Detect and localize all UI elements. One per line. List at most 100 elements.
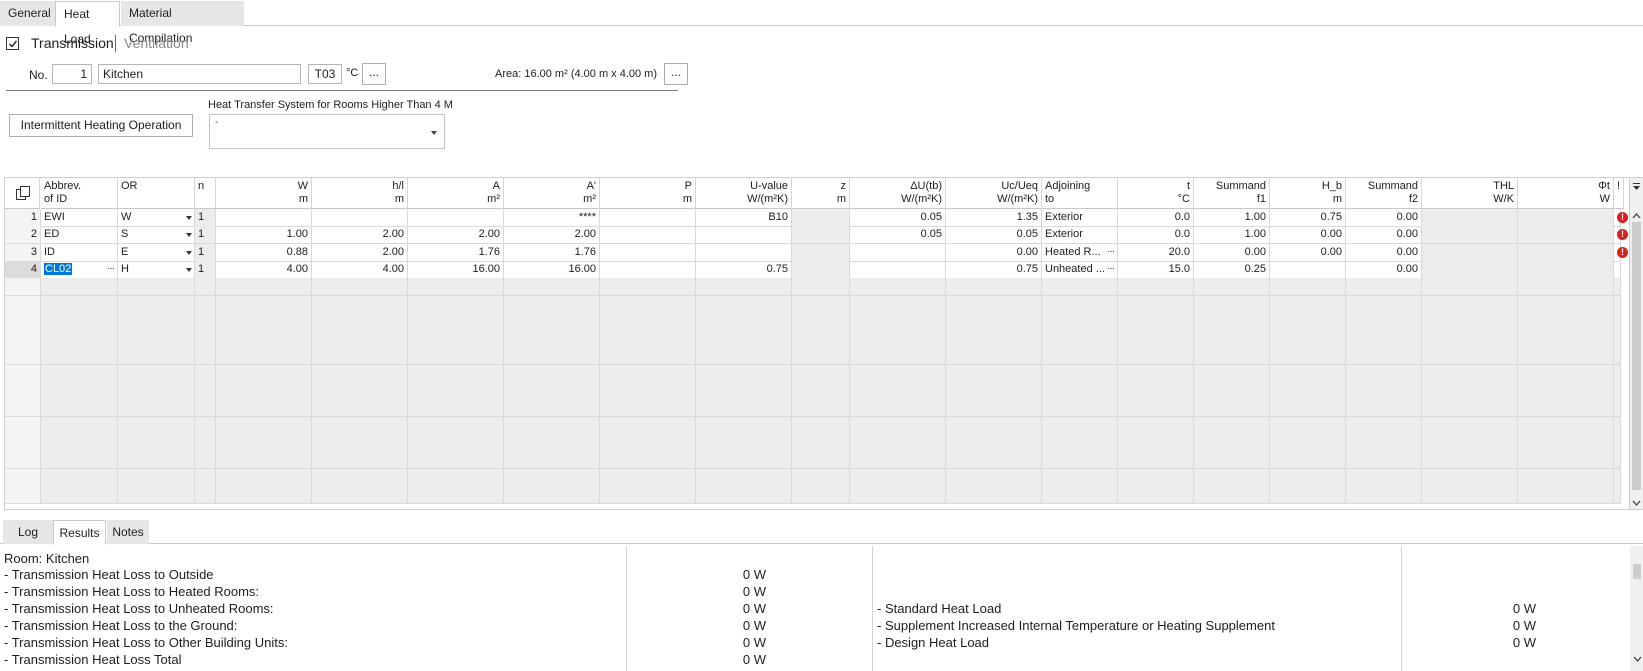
- scroll-menu-icon[interactable]: [1632, 180, 1641, 194]
- empty-grid-cell[interactable]: [408, 417, 504, 435]
- empty-grid-cell[interactable]: [600, 382, 696, 400]
- empty-grid-cell[interactable]: [850, 399, 946, 417]
- empty-grid-cell[interactable]: [1118, 313, 1194, 331]
- row-number[interactable]: 1: [5, 209, 41, 227]
- empty-grid-cell[interactable]: [1270, 486, 1346, 504]
- transmission-grid[interactable]: Abbrev. of ID OR n Wm h/l m Am² A' m² Pm U-value W/(…: [4, 177, 1630, 510]
- empty-grid-cell[interactable]: [850, 451, 946, 469]
- empty-grid-cell[interactable]: [1194, 330, 1270, 348]
- empty-grid-cell[interactable]: [1270, 382, 1346, 400]
- column-header-uc-ueq[interactable]: Uc/Ueq W/(m²K): [946, 178, 1042, 209]
- empty-grid-cell[interactable]: [1194, 382, 1270, 400]
- tab-results[interactable]: Results: [53, 520, 106, 545]
- grid-cell-u-value[interactable]: B10: [696, 209, 792, 227]
- empty-grid-cell[interactable]: [792, 347, 850, 365]
- empty-grid-cell[interactable]: [408, 347, 504, 365]
- empty-grid-cell[interactable]: [1118, 382, 1194, 400]
- grid-cell-adjoining[interactable]: Exterior: [1042, 226, 1118, 244]
- grid-cell-u-tb[interactable]: 0.05: [850, 209, 946, 227]
- empty-grid-cell[interactable]: [312, 313, 408, 331]
- empty-grid-cell[interactable]: [118, 486, 195, 504]
- row-number[interactable]: [5, 417, 41, 435]
- empty-grid-cell[interactable]: [1614, 399, 1621, 417]
- row-number[interactable]: [5, 486, 41, 504]
- grid-cell-w[interactable]: 0.88: [216, 244, 312, 262]
- empty-grid-cell[interactable]: [1042, 469, 1118, 487]
- grid-cell-h-l[interactable]: 2.00: [312, 226, 408, 244]
- grid-cell-w[interactable]: 4.00: [216, 261, 312, 279]
- empty-grid-cell[interactable]: [408, 313, 504, 331]
- empty-grid-cell[interactable]: [946, 417, 1042, 435]
- empty-grid-cell[interactable]: [1270, 434, 1346, 452]
- grid-cell-a[interactable]: 1.76: [504, 244, 600, 262]
- grid-cell-a[interactable]: 2.00: [504, 226, 600, 244]
- empty-grid-cell[interactable]: [1346, 486, 1422, 504]
- empty-grid-cell[interactable]: [946, 486, 1042, 504]
- empty-grid-cell[interactable]: [504, 486, 600, 504]
- empty-grid-cell[interactable]: [1422, 451, 1518, 469]
- empty-grid-cell[interactable]: [1614, 486, 1621, 504]
- empty-grid-cell[interactable]: [600, 486, 696, 504]
- empty-grid-cell[interactable]: [850, 365, 946, 383]
- empty-grid-cell[interactable]: [850, 296, 946, 314]
- empty-grid-cell[interactable]: [504, 469, 600, 487]
- empty-grid-cell[interactable]: [1270, 417, 1346, 435]
- empty-grid-cell[interactable]: [504, 347, 600, 365]
- results-scroll-thumb[interactable]: [1633, 564, 1641, 579]
- grid-cell-w[interactable]: 1.00: [216, 226, 312, 244]
- empty-grid-cell[interactable]: [946, 296, 1042, 314]
- empty-grid-cell[interactable]: [1346, 347, 1422, 365]
- empty-grid-cell[interactable]: [850, 278, 946, 296]
- grid-cell-summand[interactable]: 1.00: [1194, 209, 1270, 227]
- empty-grid-cell[interactable]: [792, 296, 850, 314]
- empty-grid-cell[interactable]: [1270, 365, 1346, 383]
- grid-cell-u-tb[interactable]: 0.05: [850, 226, 946, 244]
- empty-grid-cell[interactable]: [216, 365, 312, 383]
- grid-cell-h-l[interactable]: 4.00: [312, 261, 408, 279]
- empty-grid-cell[interactable]: [41, 434, 118, 452]
- empty-grid-cell[interactable]: [504, 399, 600, 417]
- empty-grid-cell[interactable]: [1042, 296, 1118, 314]
- empty-grid-cell[interactable]: [1118, 417, 1194, 435]
- error-icon[interactable]: !: [1617, 229, 1628, 240]
- empty-grid-cell[interactable]: [1270, 313, 1346, 331]
- grid-cell-u-value[interactable]: [696, 244, 792, 262]
- column-header-a[interactable]: A' m²: [504, 178, 600, 209]
- empty-grid-cell[interactable]: [41, 330, 118, 348]
- column-header-h-b[interactable]: H_b m: [1270, 178, 1346, 209]
- grid-cell-n[interactable]: 1: [195, 261, 216, 279]
- empty-grid-cell[interactable]: [1194, 365, 1270, 383]
- empty-grid-cell[interactable]: [792, 451, 850, 469]
- row-number[interactable]: [5, 399, 41, 417]
- empty-grid-cell[interactable]: [195, 347, 216, 365]
- empty-grid-cell[interactable]: [1346, 296, 1422, 314]
- column-header-u-value[interactable]: U-value W/(m²K): [696, 178, 792, 209]
- empty-grid-cell[interactable]: [118, 382, 195, 400]
- empty-grid-cell[interactable]: [1518, 469, 1614, 487]
- empty-grid-cell[interactable]: [1422, 434, 1518, 452]
- empty-grid-cell[interactable]: [312, 417, 408, 435]
- empty-grid-cell[interactable]: [195, 278, 216, 296]
- empty-grid-cell[interactable]: [1422, 296, 1518, 314]
- empty-grid-cell[interactable]: [504, 382, 600, 400]
- empty-grid-cell[interactable]: [946, 347, 1042, 365]
- grid-cell-t[interactable]: 15.0: [1118, 261, 1194, 279]
- empty-grid-cell[interactable]: [504, 434, 600, 452]
- empty-grid-cell[interactable]: [792, 313, 850, 331]
- column-header-a[interactable]: Am²: [408, 178, 504, 209]
- empty-grid-cell[interactable]: [946, 313, 1042, 331]
- intermittent-heating-button[interactable]: Intermittent Heating Operation: [9, 114, 193, 137]
- empty-grid-cell[interactable]: [1194, 469, 1270, 487]
- grid-cell-summand[interactable]: 1.00: [1194, 226, 1270, 244]
- empty-grid-cell[interactable]: [408, 399, 504, 417]
- empty-grid-cell[interactable]: [408, 434, 504, 452]
- empty-grid-cell[interactable]: [850, 382, 946, 400]
- empty-grid-cell[interactable]: [600, 469, 696, 487]
- row-number[interactable]: [5, 382, 41, 400]
- grid-cell-p[interactable]: [600, 209, 696, 227]
- empty-grid-cell[interactable]: [696, 469, 792, 487]
- column-header-u-tb[interactable]: ΔU(tb) W/(m²K): [850, 178, 946, 209]
- empty-grid-cell[interactable]: [1614, 330, 1621, 348]
- empty-grid-cell[interactable]: [1346, 313, 1422, 331]
- empty-grid-cell[interactable]: [195, 330, 216, 348]
